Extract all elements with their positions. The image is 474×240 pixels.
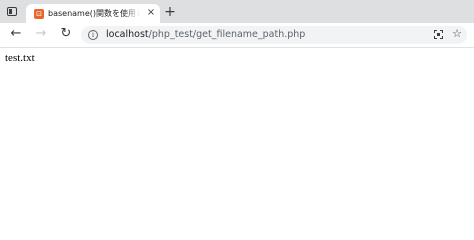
window-menu-icon[interactable] bbox=[7, 7, 17, 16]
forward-arrow-icon[interactable]: → bbox=[32, 25, 50, 43]
url-text[interactable]: localhost/php_test/get_filename_path.php bbox=[106, 28, 305, 42]
back-arrow-icon[interactable]: ← bbox=[7, 25, 25, 43]
url-path: /php_test/get_filename_path.php bbox=[148, 29, 306, 40]
address-bar[interactable]: i localhost/php_test/get_filename_path.p… bbox=[81, 26, 467, 44]
toolbar: ← → ↻ i localhost/php_test/get_filename_… bbox=[0, 23, 474, 48]
favicon-icon: ⊡ bbox=[34, 9, 44, 19]
close-tab-icon[interactable]: × bbox=[146, 7, 156, 19]
qr-code-icon[interactable] bbox=[434, 30, 443, 39]
new-tab-icon[interactable]: + bbox=[164, 5, 176, 19]
url-host: localhost bbox=[106, 29, 149, 40]
tab-title: basename()関数を使用しパスから bbox=[48, 9, 140, 18]
page-content: test.txt bbox=[0, 48, 474, 212]
tab-strip: ⊡ basename()関数を使用しパスから × + bbox=[0, 0, 474, 23]
active-tab[interactable]: ⊡ basename()関数を使用しパスから × bbox=[26, 4, 160, 23]
reload-icon[interactable]: ↻ bbox=[57, 25, 75, 43]
site-info-icon[interactable]: i bbox=[88, 30, 98, 40]
bookmark-star-icon[interactable]: ☆ bbox=[451, 27, 463, 41]
page-output-text: test.txt bbox=[5, 52, 35, 64]
